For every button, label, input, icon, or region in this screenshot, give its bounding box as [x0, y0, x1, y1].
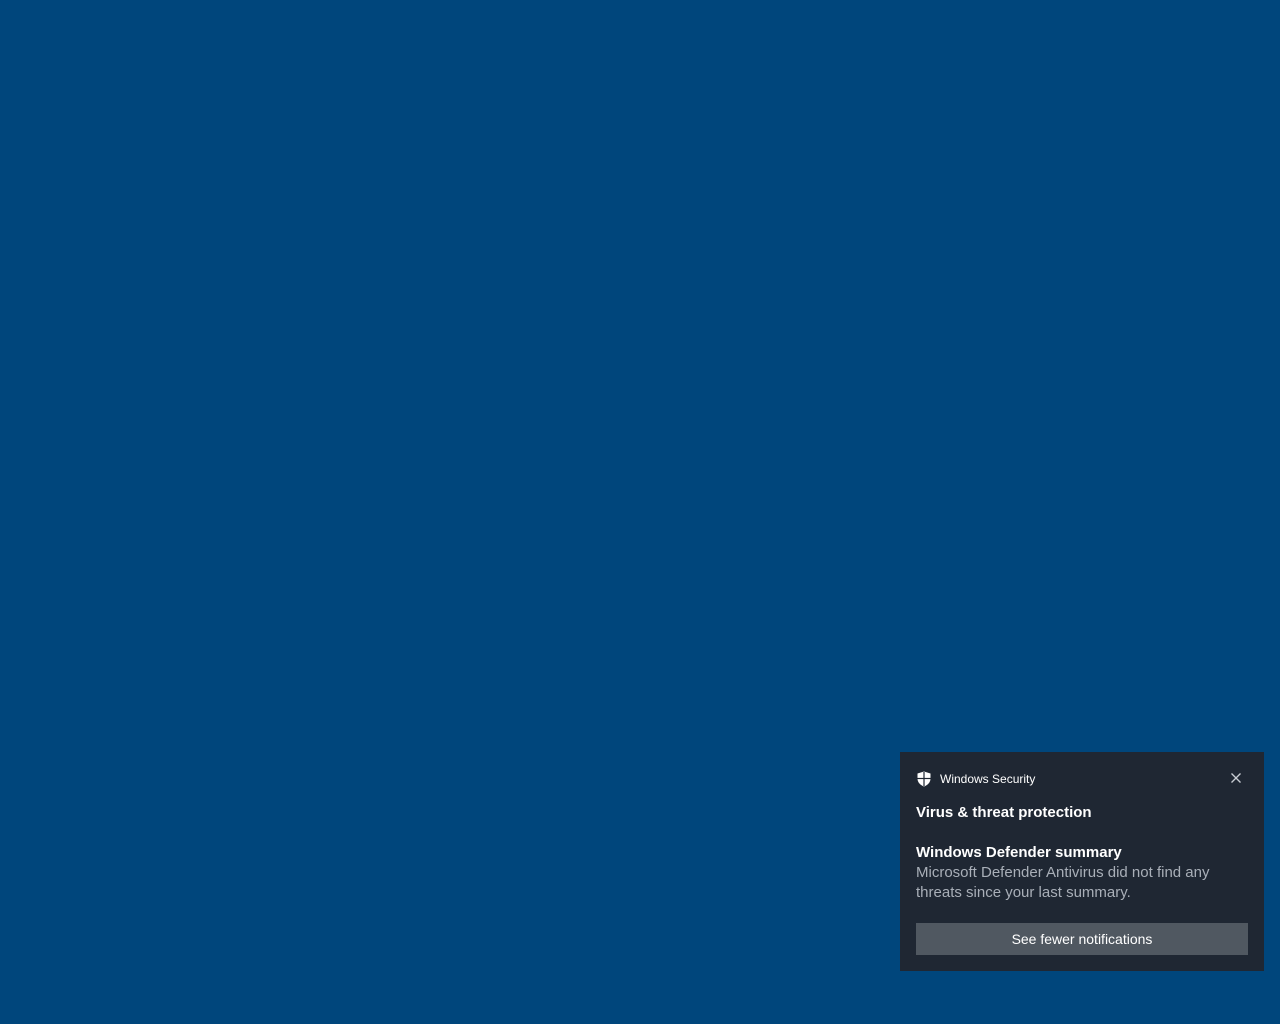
app-name-label: Windows Security	[940, 772, 1036, 786]
see-fewer-notifications-button[interactable]: See fewer notifications	[916, 923, 1248, 955]
notification-toast[interactable]: Windows Security Virus & threat protecti…	[900, 752, 1264, 971]
close-icon[interactable]	[1228, 770, 1244, 786]
shield-icon	[916, 771, 932, 787]
toast-app-header: Windows Security	[916, 771, 1035, 787]
toast-title: Virus & threat protection	[916, 804, 1092, 821]
toast-body: Microsoft Defender Antivirus did not fin…	[916, 864, 1210, 901]
toast-heading: Windows Defender summary	[916, 844, 1122, 861]
